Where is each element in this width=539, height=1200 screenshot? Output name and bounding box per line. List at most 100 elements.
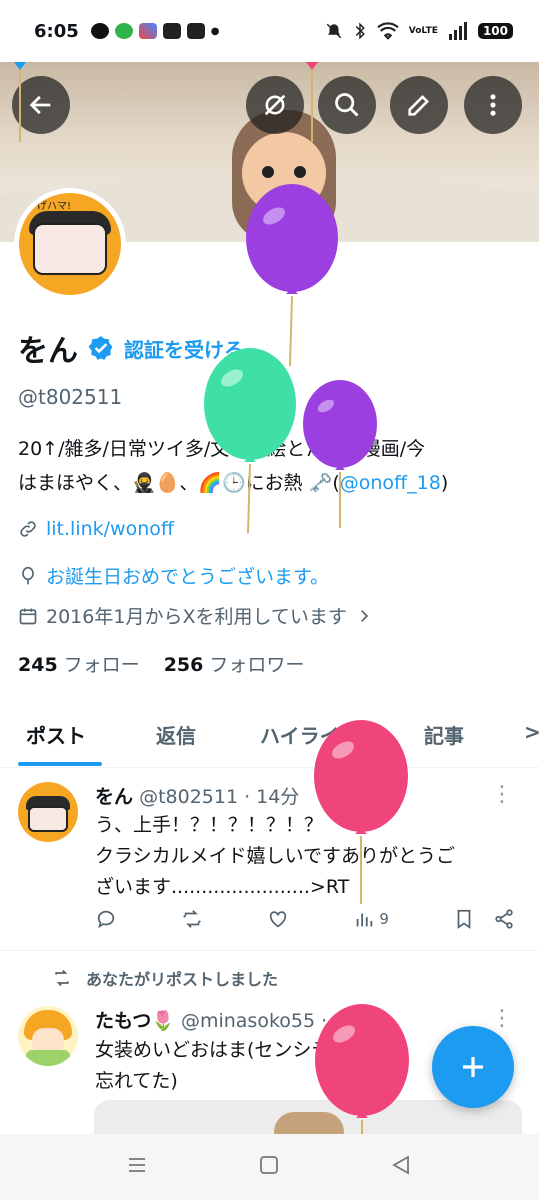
tweet-handle-time: @t802511 · 14分 xyxy=(139,786,300,808)
heart-icon xyxy=(270,911,287,928)
tweet-more-icon[interactable]: ⋮ xyxy=(491,784,513,806)
tweet-actions: 9 xyxy=(95,908,515,930)
bio-close: ) xyxy=(440,472,449,494)
back-nav-icon[interactable] xyxy=(390,1154,412,1176)
joined-text: 2016年1月からXを利用しています xyxy=(46,606,347,628)
signal-icon xyxy=(448,22,467,40)
verified-badge-icon[interactable] xyxy=(88,335,114,361)
avatar-face xyxy=(28,806,68,832)
tweet-line: う、上手！？！？！？！？ xyxy=(95,814,324,836)
recents-icon[interactable] xyxy=(126,1154,148,1176)
share-icon[interactable] xyxy=(493,908,515,930)
tabs-scroll-right[interactable]: > xyxy=(524,720,539,744)
notification-icons: ● xyxy=(90,23,220,39)
display-name: をん xyxy=(18,334,78,369)
tweet-avatar[interactable] xyxy=(18,782,78,842)
mail-icon xyxy=(162,23,181,39)
balloon-pink-lower xyxy=(314,1004,410,1138)
repost-indicator: あなたがリポストしました xyxy=(52,966,278,990)
line-icon xyxy=(90,23,109,39)
like-button[interactable] xyxy=(267,908,289,930)
following-count: 245 xyxy=(18,654,58,676)
profile-avatar[interactable]: げハマ! xyxy=(14,188,126,300)
website-row[interactable]: lit.link/wonoff xyxy=(18,518,174,540)
bluetooth-icon xyxy=(355,22,365,40)
repost-note: あなたがリポストしました xyxy=(86,970,279,989)
reply-icon xyxy=(97,910,115,929)
balloon-string-top-left xyxy=(10,62,30,146)
views-button[interactable]: 9 xyxy=(353,908,389,930)
tab-posts[interactable]: ポスト xyxy=(26,720,86,749)
follow-stats: 245 フォロー 256 フォロワー xyxy=(18,650,304,677)
followers-label: フォロワー xyxy=(209,654,305,676)
mail-icon xyxy=(186,23,205,39)
calendar-icon xyxy=(19,608,37,624)
website-link[interactable]: lit.link/wonoff xyxy=(46,518,174,540)
status-bar: 6:05 ● VoLTE 100 xyxy=(0,0,539,62)
bookmark-icon[interactable] xyxy=(453,908,475,930)
more-button[interactable] xyxy=(464,76,522,134)
search-button[interactable] xyxy=(318,76,376,134)
edit-button[interactable] xyxy=(390,76,448,134)
following-link[interactable]: 245 フォロー xyxy=(18,650,140,677)
chevron-right-icon[interactable] xyxy=(355,607,373,625)
link-icon xyxy=(20,521,36,537)
tweet-author-name[interactable]: たもつ🌷 xyxy=(95,1010,175,1032)
status-time: 6:05 xyxy=(34,20,79,42)
more-vert-icon xyxy=(490,94,496,116)
balloon-pink xyxy=(313,720,409,908)
status-right: VoLTE 100 xyxy=(325,22,513,40)
tweet-author-name[interactable]: をん xyxy=(95,786,133,808)
tweet-header: をん @t802511 · 14分 xyxy=(95,782,299,809)
reply-button[interactable] xyxy=(95,908,117,930)
tweet-text: う、上手！？！？！？！？ クラシカルメイド嬉しいですありがとうご ざいます...… xyxy=(95,810,515,903)
tweet-more-icon[interactable]: ⋮ xyxy=(491,1008,513,1030)
avatar-lettering: げハマ! xyxy=(37,201,72,212)
avatar-face xyxy=(33,223,107,275)
views-icon xyxy=(356,913,373,927)
edit-icon xyxy=(408,95,429,116)
tweet-line: クラシカルメイド嬉しいですありがとうご xyxy=(95,845,456,867)
back-arrow-icon xyxy=(29,95,51,115)
no-signal-icon xyxy=(264,94,286,116)
balloon-string-top xyxy=(302,62,322,146)
plush-eye xyxy=(294,166,306,178)
wifi-icon xyxy=(377,22,399,40)
birthday-row: お誕生日おめでとうございます。 xyxy=(18,562,329,589)
plush-eye xyxy=(262,166,274,178)
incognito-button[interactable] xyxy=(246,76,304,134)
home-icon[interactable] xyxy=(258,1154,280,1176)
balloon-icon xyxy=(22,566,34,584)
battery-indicator: 100 xyxy=(477,23,513,39)
dot-icon: ● xyxy=(210,25,220,37)
plus-icon xyxy=(463,1057,483,1077)
compose-button[interactable] xyxy=(432,1026,514,1108)
balloon-purple xyxy=(244,184,340,370)
tweet-line: ざいます.......................>RT xyxy=(95,876,350,898)
avatar-image: げハマ! xyxy=(19,193,121,295)
shield-icon xyxy=(114,23,133,39)
repost-icon xyxy=(183,910,201,928)
mute-icon xyxy=(326,23,342,39)
tweet-avatar[interactable] xyxy=(18,1006,78,1066)
balloon-mint xyxy=(202,348,298,537)
views-count: 9 xyxy=(379,910,389,928)
profile-tabs: ポスト 返信 ハイライト 記事 > xyxy=(0,712,539,768)
volte-label: VoLTE xyxy=(408,25,438,36)
repost-button[interactable] xyxy=(181,908,203,930)
profile-handle: @t802511 xyxy=(18,385,123,409)
birthday-text[interactable]: お誕生日おめでとうございます。 xyxy=(46,562,329,589)
followers-link[interactable]: 256 フォロワー xyxy=(164,650,305,677)
repost-icon xyxy=(55,969,69,987)
followers-count: 256 xyxy=(163,654,204,676)
balloon-purple-small xyxy=(302,380,378,532)
tweet-divider xyxy=(0,950,539,951)
tab-replies[interactable]: 返信 xyxy=(156,720,196,749)
following-label: フォロー xyxy=(63,654,140,676)
search-icon xyxy=(335,93,359,117)
tab-articles[interactable]: 記事 xyxy=(424,720,464,749)
bookmark-share-group xyxy=(453,908,515,930)
app-icon xyxy=(138,23,157,39)
joined-row: 2016年1月からXを利用しています xyxy=(18,602,373,629)
system-nav-bar xyxy=(0,1134,539,1200)
